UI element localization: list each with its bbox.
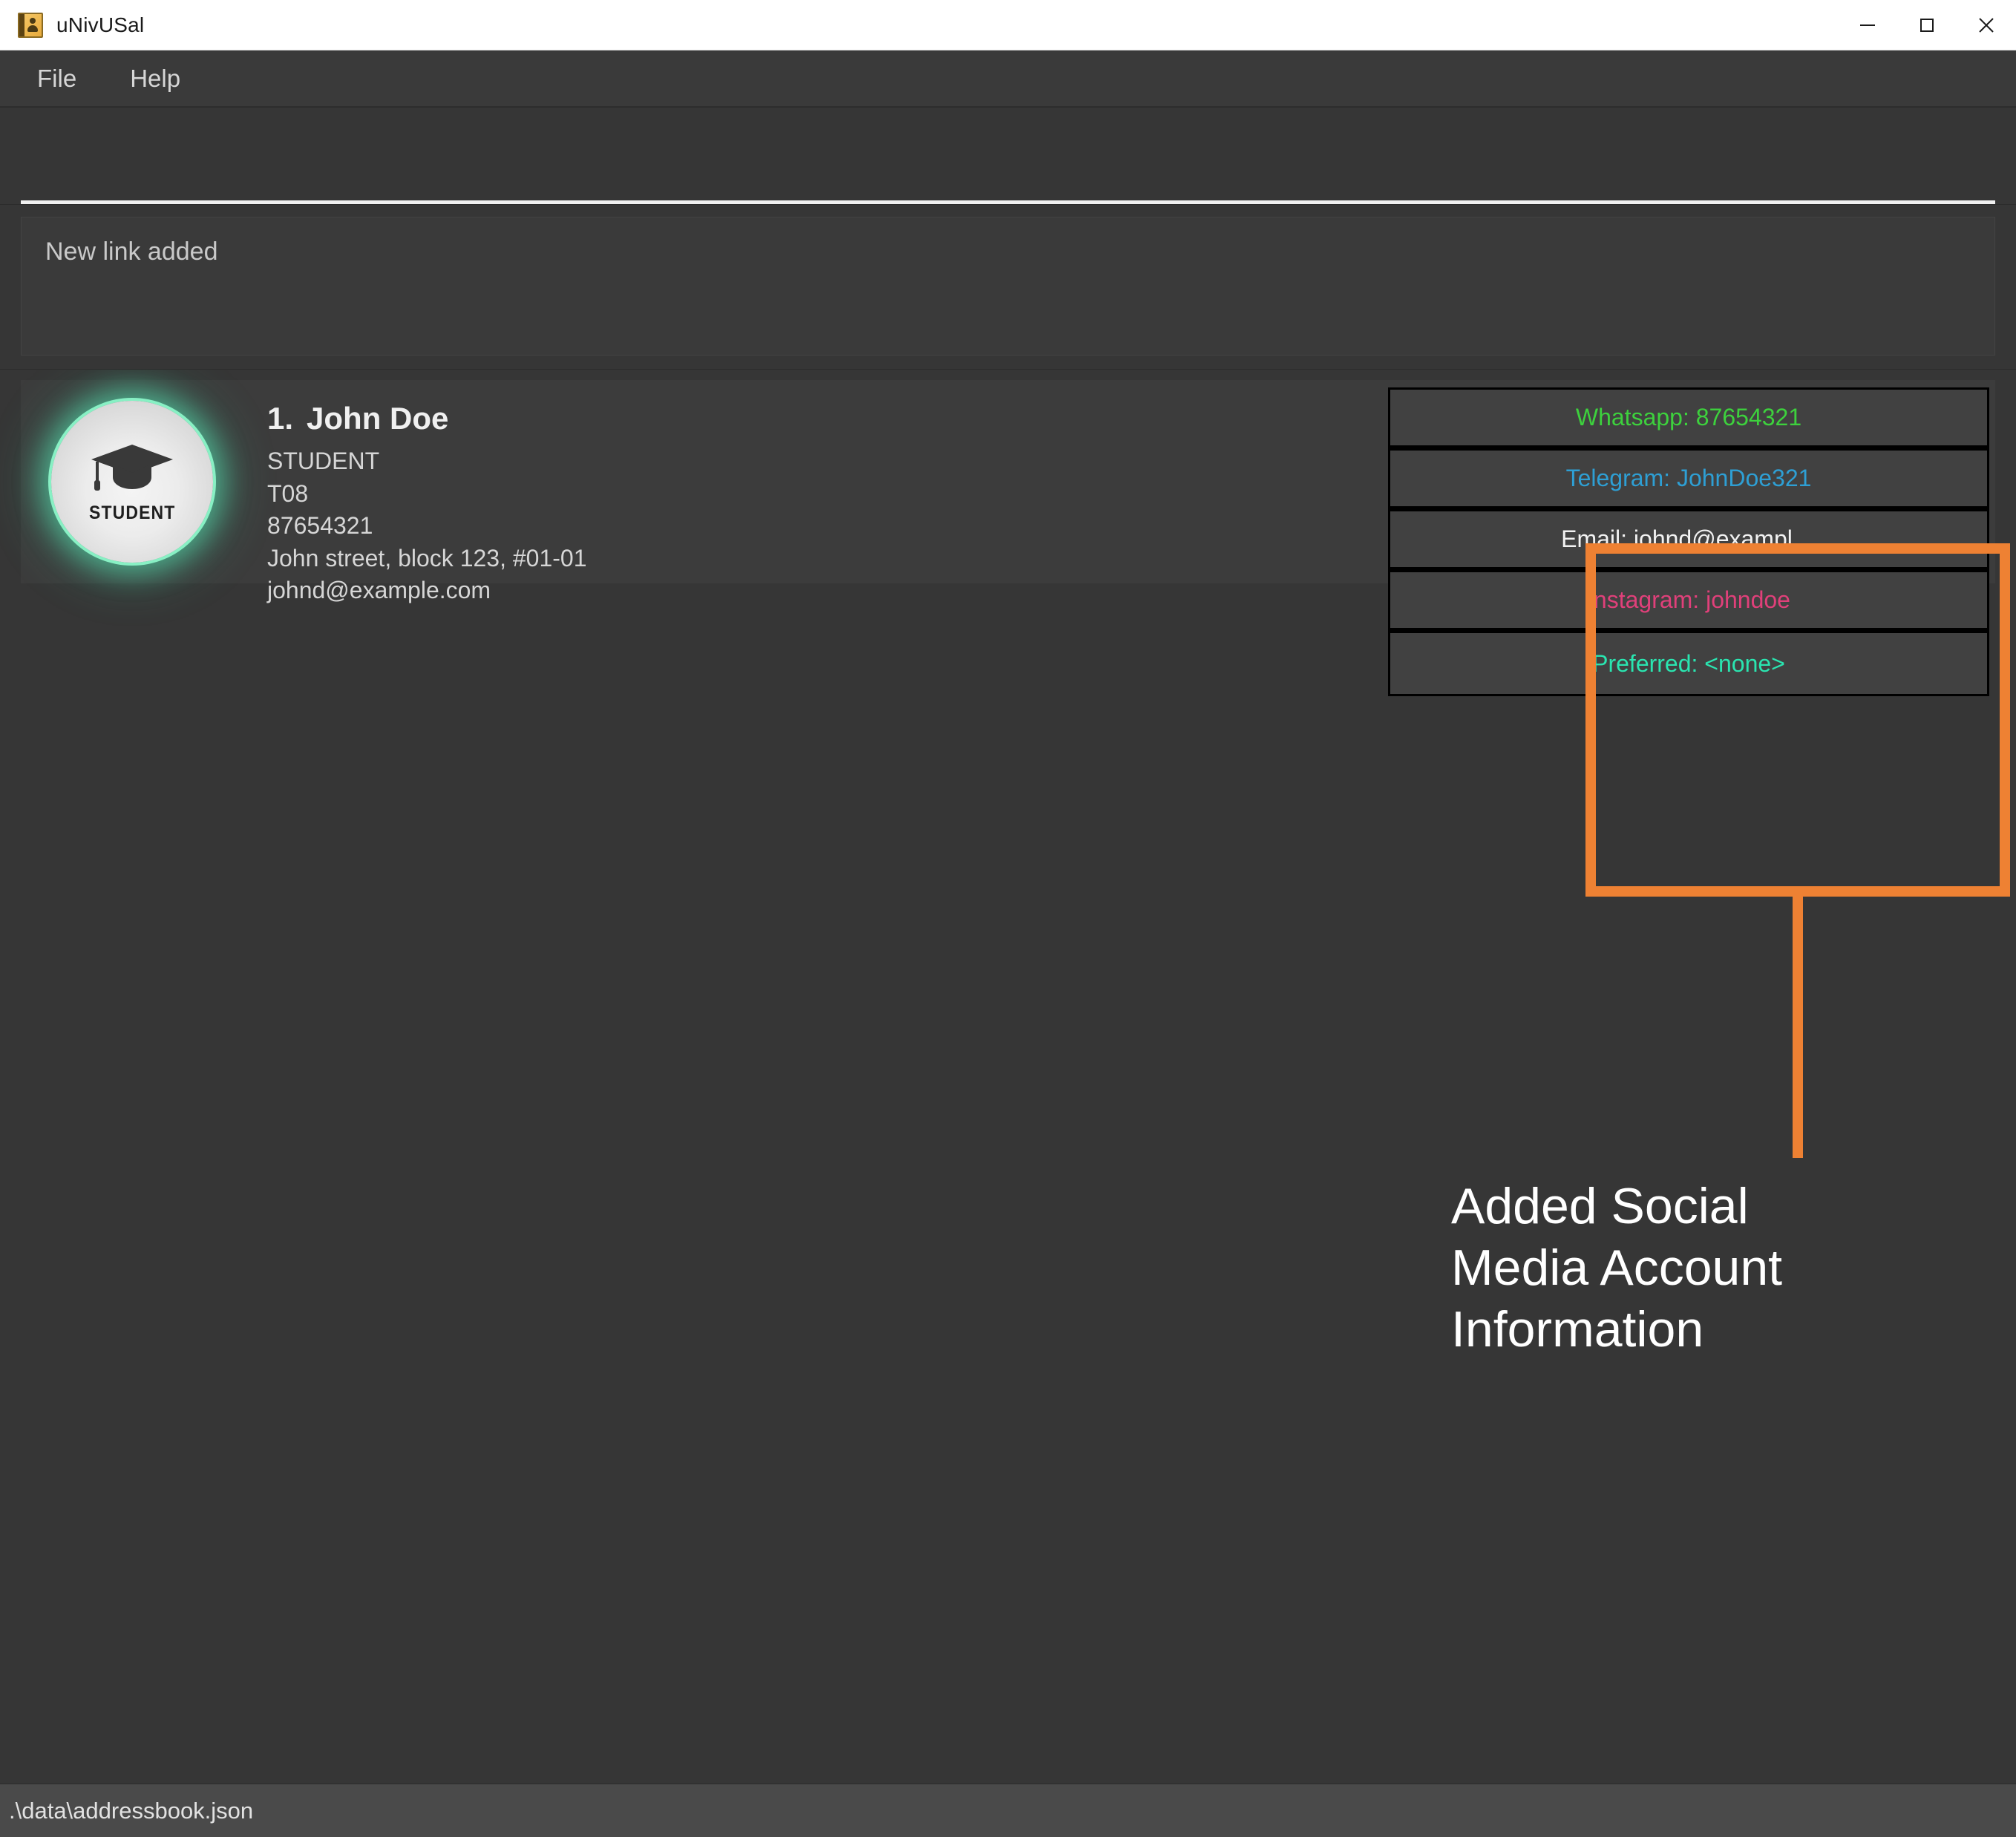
- contact-detail-role: STUDENT: [267, 448, 380, 474]
- title-bar-left: uNivUSal: [0, 12, 145, 38]
- badge-preferred[interactable]: Preferred: <none>: [1390, 633, 1987, 694]
- contact-name-text: John Doe: [307, 401, 449, 436]
- close-icon: [1979, 17, 1994, 33]
- minimize-button[interactable]: [1838, 0, 1897, 50]
- annotation-label: Added Social Media Account Information: [1451, 1178, 1783, 1358]
- contact-detail-phone: 87654321: [267, 512, 373, 540]
- badge-whatsapp[interactable]: Whatsapp: 87654321: [1390, 390, 1987, 451]
- menu-item-help[interactable]: Help: [122, 60, 188, 97]
- result-message: New link added: [45, 238, 218, 266]
- contact-list-panel[interactable]: STUDENT 1. John Doe STUDENT T08 87654321 …: [0, 370, 2016, 1784]
- contact-detail-email: johnd@example.com: [267, 577, 491, 604]
- minimize-icon: [1860, 24, 1875, 26]
- address-book-person-glyph: [27, 18, 38, 32]
- avatar-role-label: STUDENT: [88, 502, 176, 523]
- badge-email[interactable]: Email: johnd@exampl…: [1390, 511, 1987, 572]
- command-input[interactable]: [21, 117, 1995, 204]
- window-title: uNivUSal: [56, 13, 145, 36]
- status-bar: .\data\addressbook.json: [0, 1784, 2016, 1837]
- contact-detail-address: John street, block 123, #01-01: [267, 544, 587, 572]
- graduation-cap-icon: [91, 444, 173, 491]
- social-badge-list: Whatsapp: 87654321 Telegram: JohnDoe321 …: [1388, 387, 1989, 696]
- annotation-leader-line: [1793, 894, 1803, 1158]
- title-bar: uNivUSal: [0, 0, 2016, 50]
- result-display-box: New link added: [21, 217, 1995, 356]
- status-bar-path: .\data\addressbook.json: [9, 1797, 254, 1824]
- maximize-icon: [1920, 18, 1934, 32]
- badge-telegram[interactable]: Telegram: JohnDoe321: [1390, 451, 1987, 511]
- contact-name: 1. John Doe: [267, 401, 1388, 436]
- avatar-container: STUDENT: [21, 380, 243, 583]
- app-window: uNivUSal File Help New link added STUDEN…: [0, 0, 2016, 1837]
- contact-index: 1.: [267, 401, 294, 436]
- command-panel: [0, 107, 2016, 205]
- content-area: New link added STUDENT 1. John Doe STUDE…: [0, 107, 2016, 1784]
- maximize-button[interactable]: [1897, 0, 1957, 50]
- contact-card[interactable]: STUDENT 1. John Doe STUDENT T08 87654321 …: [21, 380, 1995, 696]
- contact-detail-tag: T08: [267, 479, 309, 507]
- contact-details: 1. John Doe STUDENT T08 87654321 John str…: [243, 380, 1388, 607]
- window-controls: [1838, 0, 2016, 50]
- address-book-icon: [18, 12, 43, 38]
- avatar: STUDENT: [51, 401, 213, 563]
- close-button[interactable]: [1957, 0, 2016, 50]
- menu-item-file[interactable]: File: [30, 60, 84, 97]
- result-panel: New link added: [0, 205, 2016, 370]
- badge-instagram[interactable]: Instagram: johndoe: [1390, 572, 1987, 633]
- menu-bar: File Help: [0, 50, 2016, 107]
